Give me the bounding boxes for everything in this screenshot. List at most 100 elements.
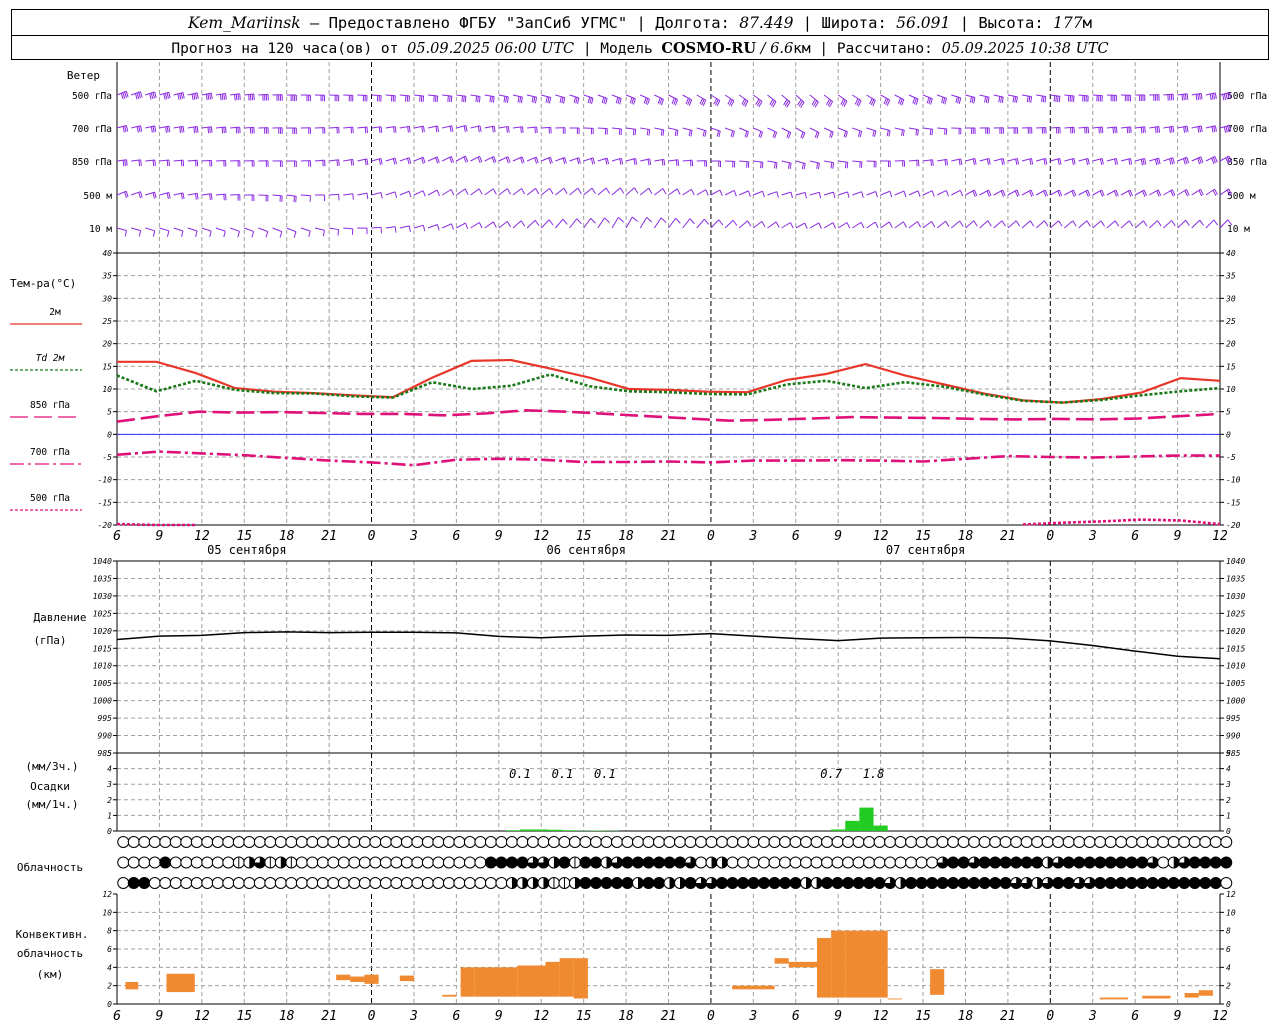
cloud-circle [117, 856, 130, 869]
wind-barb-feather [194, 93, 198, 100]
cloud-symbol [232, 836, 245, 848]
pressure-tick-label-right: 1040 [1226, 557, 1245, 566]
cloud-circle [222, 836, 235, 848]
cloud-circle [159, 877, 172, 889]
cloud-symbol [989, 856, 1002, 869]
temp-tick-label-left: 25 [102, 317, 112, 326]
cloud-symbol [915, 856, 928, 869]
cloud-circle [936, 836, 949, 848]
hour-label: 18 [958, 529, 974, 544]
wind-barb [795, 127, 806, 139]
wind-barb [880, 221, 893, 229]
wind-barb-feather [832, 191, 836, 199]
wind-barb [484, 156, 497, 164]
wind-barb [159, 159, 170, 167]
cloud-symbol [516, 856, 529, 869]
temp-legend-label: 2м [49, 307, 61, 318]
wind-barb [371, 126, 383, 134]
wind-barb-shaft [597, 187, 607, 196]
wind-barb-feather [942, 97, 946, 104]
wind-barb-feather [917, 221, 922, 228]
hour-label-bottom: 9 [1174, 1009, 1182, 1024]
wind-barb-feather [661, 159, 664, 166]
cloud-fill-full [947, 877, 959, 889]
cloud-circle [905, 836, 918, 848]
cloud-symbol [474, 856, 487, 869]
wind-barb [1135, 126, 1146, 134]
cloud-symbol [1031, 856, 1044, 869]
wind-level-label-right: 10 м [1227, 224, 1250, 235]
wind-barb-feather [1114, 158, 1117, 165]
cloud-symbol [831, 856, 844, 869]
temp-tick-label-right: 20 [1226, 340, 1236, 349]
wind-barb [1064, 126, 1075, 134]
wind-barb [950, 220, 964, 229]
cloud-symbol [894, 836, 907, 848]
wind-barb-shaft [838, 191, 848, 196]
cloud-symbol [516, 877, 529, 889]
cloud-circle [306, 877, 319, 889]
wind-barb [314, 159, 326, 167]
wind-barb-feather [591, 187, 596, 194]
cloud-symbol [484, 856, 497, 869]
wind-barb-feather [449, 126, 452, 133]
cloud-circle [999, 836, 1012, 848]
cloud-circle [295, 836, 308, 848]
wind-barb [597, 217, 610, 229]
wind-barb-feather [790, 191, 793, 199]
wind-barb-feather [761, 221, 766, 228]
cloud-circle [358, 836, 371, 848]
cloud-symbol [1157, 856, 1170, 869]
hour-label-bottom: 18 [279, 1009, 295, 1024]
wind-barb-feather [562, 97, 566, 104]
wind-barb-feather [1071, 95, 1073, 102]
precip-3h-label: 0.1 [594, 767, 616, 781]
cloud-symbol [747, 836, 760, 848]
wind-barb-shaft [1021, 220, 1031, 229]
wind-barb-feather [845, 131, 848, 138]
wind-barb-feather [152, 92, 155, 99]
wind-barb-shaft [668, 217, 676, 229]
cloud-fill-full [1073, 857, 1085, 868]
wind-barb-feather [1170, 158, 1174, 165]
cloud-symbol [211, 877, 224, 889]
hour-label-bottom: 3 [1088, 1009, 1097, 1024]
cloud-circle [737, 856, 750, 869]
wind-barb [922, 220, 936, 229]
cloud-fill-full [1189, 857, 1201, 868]
cloud-symbol [1010, 836, 1023, 848]
wind-barb-feather [251, 231, 255, 238]
wind-barb-feather [1157, 220, 1162, 227]
cloud-symbol [421, 877, 434, 889]
cloud-fill-full [590, 877, 602, 889]
wind-barb [654, 158, 666, 166]
cloud-fill-full [1084, 857, 1096, 868]
cloud-fill-full [1199, 857, 1211, 868]
wind-barb-feather [1143, 220, 1148, 227]
cloud-fill-full [1168, 877, 1180, 889]
cloud-symbol [547, 856, 560, 869]
wind-level-label: 850 гПа [72, 157, 112, 168]
wind-barb [1092, 220, 1105, 229]
cloud-symbol [579, 856, 592, 869]
wind-barb [1134, 189, 1148, 197]
wind-barb-feather [605, 98, 608, 105]
wind-barb [399, 125, 411, 133]
wind-barb-feather [789, 163, 792, 170]
cloud-circle [211, 877, 224, 889]
wind-barb-feather [716, 130, 720, 137]
cloud-symbol [558, 856, 571, 869]
wind-barb [555, 187, 568, 196]
hour-label-bottom: 9 [156, 1009, 164, 1024]
wind-barb-shaft [371, 192, 382, 196]
precip-tick-label-right: 3 [1225, 780, 1231, 789]
cloud-circle [768, 836, 781, 848]
wind-barb-feather [435, 126, 438, 133]
cloud-symbol [1104, 856, 1117, 869]
wind-barb-shaft [625, 216, 633, 229]
wind-barb-feather [308, 230, 311, 238]
cloud-circle [453, 856, 466, 869]
wind-barb [908, 127, 919, 136]
cloud-circle [1199, 836, 1212, 848]
wind-barb [922, 190, 935, 197]
